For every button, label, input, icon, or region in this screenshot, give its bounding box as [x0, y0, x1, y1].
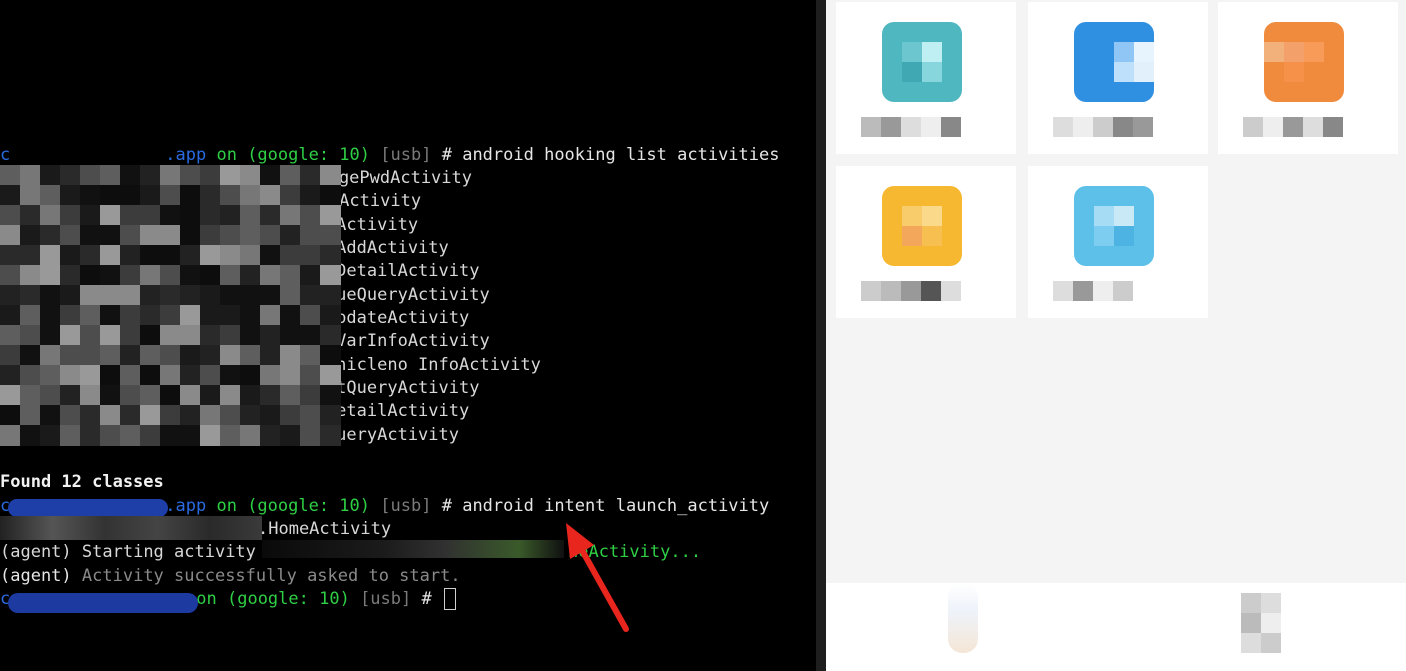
terminal-window[interactable]: c .app on (google: 10) [usb] # android ho…	[0, 0, 816, 671]
final-prompt-redaction	[8, 593, 198, 613]
prompt-app: .app	[165, 496, 207, 516]
agent-starting-text: Starting activity	[81, 542, 256, 562]
prompt-on: on	[216, 496, 237, 516]
app-label-redacted	[1243, 117, 1363, 137]
prompt-device: (google: 10)	[247, 496, 371, 516]
prompt-app: .app	[165, 145, 207, 165]
nav-tab-mine[interactable]	[1241, 593, 1281, 655]
app-tile-teal[interactable]	[836, 2, 1016, 154]
app-label-redacted	[861, 281, 981, 301]
bottom-nav-bar	[826, 583, 1406, 671]
agent-success-text: Activity successfully asked to start.	[81, 566, 461, 586]
app-icon	[1074, 22, 1154, 102]
prompt-transport: [usb]	[360, 589, 412, 609]
prompt-line-list: c .app on (google: 10) [usb] # android ho…	[0, 145, 780, 165]
app-icon	[882, 186, 962, 266]
red-arrow-icon	[566, 523, 629, 632]
app-label-redacted	[861, 117, 981, 137]
command-list-activities: android hooking list activities	[462, 145, 780, 165]
app-label-redacted	[1053, 117, 1173, 137]
text-cursor[interactable]	[444, 588, 456, 610]
found-classes: Found 12 classes	[0, 472, 164, 492]
argument-redaction	[0, 516, 262, 540]
prompt-on: on	[216, 145, 237, 165]
prompt-transport: [usb]	[380, 496, 432, 516]
prompt-on: on	[196, 589, 217, 609]
nav-tab-home[interactable]	[944, 583, 984, 655]
starting-redaction	[262, 540, 564, 558]
prompt-hash: #	[441, 496, 452, 516]
agent-success-line: (agent) Activity successfully asked to s…	[0, 565, 461, 587]
command-launch-activity: android intent launch_activity	[462, 496, 770, 516]
app-tile-orange[interactable]	[1218, 2, 1398, 154]
agent-starting-line: (agent) Starting activity	[0, 541, 256, 563]
app-tile-blue[interactable]	[1028, 2, 1208, 154]
redaction-mosaic	[0, 165, 345, 450]
prompt-hash: #	[441, 145, 452, 165]
app-icon	[882, 22, 962, 102]
app-tile-lightblue[interactable]	[1028, 166, 1208, 318]
phone-screen[interactable]	[826, 0, 1406, 671]
launch-argument: .HomeActivity	[258, 519, 392, 539]
app-icon	[1074, 186, 1154, 266]
app-label-redacted	[1053, 281, 1173, 301]
app-tile-yellow[interactable]	[836, 166, 1016, 318]
window-divider	[816, 0, 826, 671]
prompt-redaction	[8, 499, 168, 517]
app-icon	[1264, 22, 1344, 102]
prompt-hash: #	[421, 589, 432, 609]
prompt-transport: [usb]	[380, 145, 432, 165]
prompt-device: (google: 10)	[226, 589, 350, 609]
agent-prefix: (agent)	[0, 542, 72, 562]
prompt-device: (google: 10)	[247, 145, 371, 165]
agent-prefix: (agent)	[0, 566, 72, 586]
